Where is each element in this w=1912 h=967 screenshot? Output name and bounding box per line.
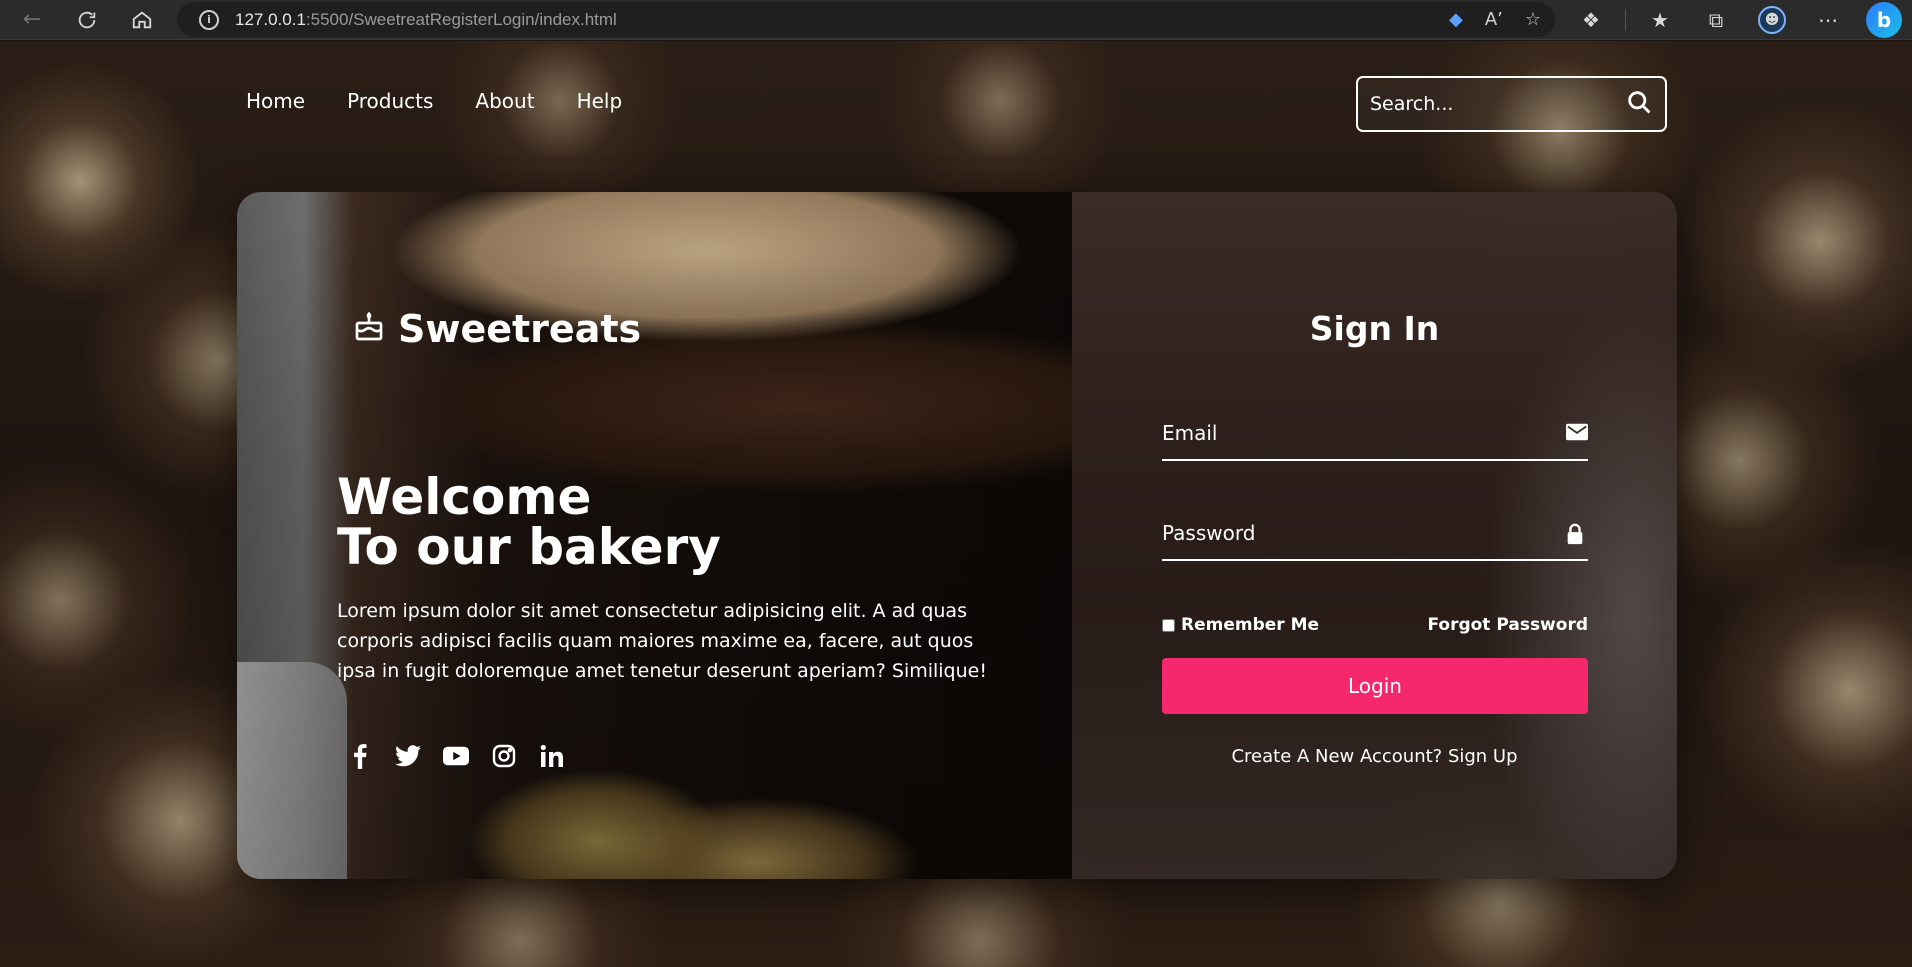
- refresh-icon[interactable]: [67, 0, 107, 40]
- welcome-line-1: Welcome: [337, 468, 592, 526]
- signup-link[interactable]: Create A New Account? Sign Up: [1231, 746, 1517, 767]
- signin-panel: Sign In Remember Me Forgot Password Logi…: [1072, 192, 1677, 879]
- twitter-icon[interactable]: [395, 743, 421, 769]
- read-aloud-icon[interactable]: A’: [1485, 9, 1503, 30]
- brand-name: Sweetreats: [398, 307, 642, 351]
- favorites-icon[interactable]: ★: [1638, 0, 1682, 40]
- welcome-description: Lorem ipsum dolor sit amet consectetur a…: [337, 600, 987, 682]
- welcome-panel: Sweetreats Welcome To our bakery Lorem i…: [237, 192, 1072, 879]
- welcome-heading: Welcome To our bakery: [337, 472, 721, 572]
- password-field[interactable]: [1162, 509, 1542, 557]
- separator: [1625, 9, 1626, 31]
- nav-item-help[interactable]: Help: [577, 89, 623, 113]
- nav-item-products[interactable]: Products: [347, 89, 433, 113]
- favorite-add-icon[interactable]: ☆: [1525, 9, 1541, 30]
- email-field[interactable]: [1162, 409, 1542, 457]
- welcome-line-2: To our bakery: [337, 518, 721, 576]
- linkedin-icon[interactable]: [539, 743, 565, 769]
- home-icon[interactable]: [122, 0, 162, 40]
- browser-right-icons: ❖ ★ ⧉ ☻ ⋯ b: [1569, 0, 1912, 40]
- search-input[interactable]: [1370, 93, 1620, 115]
- address-bar[interactable]: i 127.0.0.1:5500/SweetreatRegisterLogin/…: [177, 2, 1555, 37]
- browser-nav: ←: [12, 0, 162, 40]
- remember-me-checkbox[interactable]: [1162, 618, 1175, 632]
- password-field-group: [1162, 509, 1588, 561]
- nav-item-home[interactable]: Home: [246, 89, 305, 113]
- lock-icon: [1566, 523, 1588, 545]
- address-bar-icons: ◆ A’ ☆: [1449, 2, 1541, 37]
- login-button[interactable]: Login: [1162, 658, 1588, 714]
- mail-icon: [1566, 423, 1588, 445]
- profile-icon[interactable]: ☻: [1750, 0, 1794, 40]
- bing-icon[interactable]: b: [1862, 0, 1906, 40]
- page-background: Home Products About Help Sweetreats Welc…: [0, 41, 1912, 967]
- instagram-icon[interactable]: [491, 743, 517, 769]
- facebook-icon[interactable]: [347, 743, 373, 769]
- top-navigation: Home Products About Help: [246, 89, 622, 113]
- extensions-icon[interactable]: ❖: [1569, 0, 1613, 40]
- site-info-icon[interactable]: i: [199, 9, 219, 30]
- cake-icon: [352, 311, 386, 347]
- social-links: [347, 743, 565, 769]
- back-icon[interactable]: ←: [12, 0, 52, 40]
- search-box: [1356, 76, 1667, 132]
- youtube-icon[interactable]: [443, 743, 469, 769]
- url-text: 127.0.0.1:5500/SweetreatRegisterLogin/in…: [235, 9, 617, 29]
- nav-item-about[interactable]: About: [475, 89, 534, 113]
- tag-icon[interactable]: ◆: [1449, 9, 1463, 30]
- remember-me: Remember Me: [1162, 615, 1319, 635]
- collections-icon[interactable]: ⧉: [1694, 0, 1738, 40]
- forgot-password-link[interactable]: Forgot Password: [1427, 615, 1588, 635]
- brand: Sweetreats: [352, 307, 641, 351]
- more-icon[interactable]: ⋯: [1806, 0, 1850, 40]
- signin-title: Sign In: [1309, 309, 1440, 348]
- browser-toolbar: ← i 127.0.0.1:5500/SweetreatRegisterLogi…: [0, 0, 1912, 40]
- create-account: Create A New Account? Sign Up: [1072, 746, 1677, 767]
- search-icon[interactable]: [1625, 88, 1655, 118]
- remember-me-label: Remember Me: [1181, 615, 1320, 635]
- login-card: Sweetreats Welcome To our bakery Lorem i…: [237, 192, 1677, 879]
- email-field-group: [1162, 409, 1588, 461]
